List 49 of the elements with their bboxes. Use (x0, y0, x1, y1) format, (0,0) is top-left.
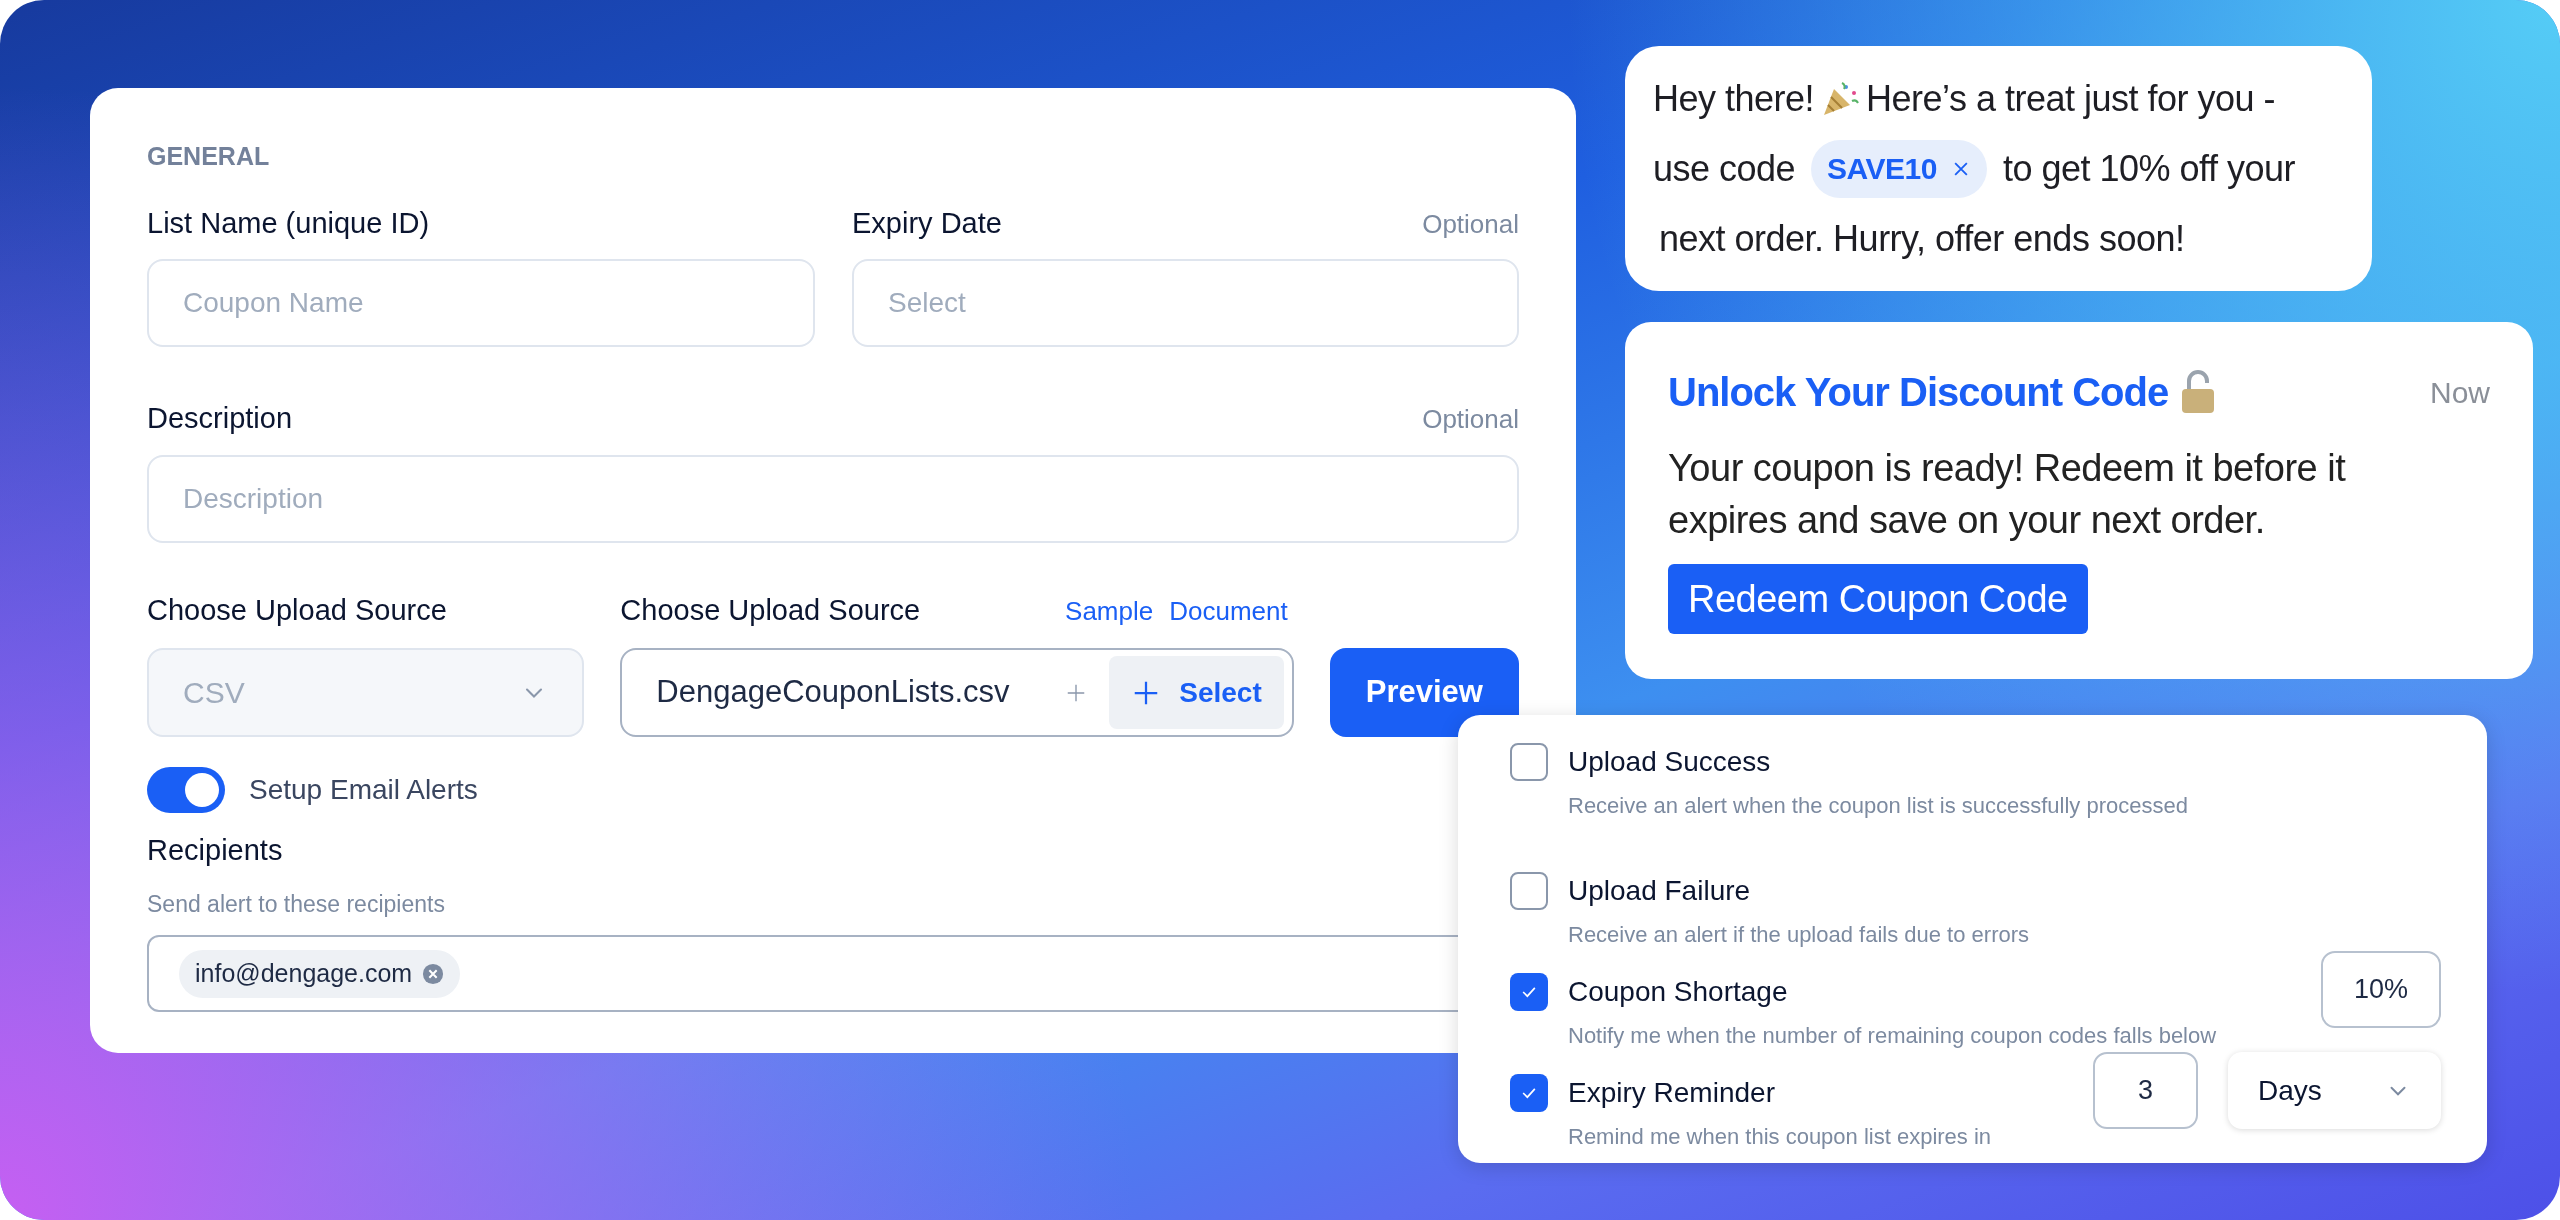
alert-title: Upload Failure (1568, 874, 1752, 908)
notification-title: Unlock Your Discount Code (1668, 369, 2169, 416)
alert-description: Receive an alert if the upload fails due to errors (1568, 921, 2031, 949)
alert-title: Expiry Reminder (1568, 1076, 1776, 1110)
field-label: Expiry Date (852, 205, 1002, 241)
coupon-name-field[interactable]: Coupon Name (147, 259, 815, 347)
field-label: Recipients (147, 833, 284, 868)
field-label: Choose Upload Source (620, 592, 921, 628)
file-field[interactable]: DengageCouponLists.csv Select (620, 648, 1294, 737)
greeting-text: Hey there! (1653, 76, 1815, 121)
alert-description: Receive an alert when the coupon list is successfully processed (1568, 792, 2189, 820)
select-file-button[interactable]: Select (1109, 656, 1284, 729)
optional-note: Optional (1422, 207, 1519, 241)
alert-title: Coupon Shortage (1568, 975, 1789, 1009)
sample-link[interactable]: Document (1169, 591, 1288, 631)
threshold-field[interactable]: 10% (2321, 951, 2441, 1028)
toggle-switch[interactable] (147, 767, 225, 813)
checkbox[interactable] (1510, 743, 1548, 781)
field-label: Choose Upload Source (147, 592, 448, 628)
padlock-icon (2180, 369, 2217, 415)
preview-button[interactable]: Preview (1329, 648, 1519, 737)
message-text: use code (1653, 146, 1796, 191)
alert-description: Remind me when this coupon list expires in (1568, 1123, 1993, 1151)
field-label: List Name (unique ID) (147, 205, 431, 241)
alert-description: Notify me when the number of remaining coupon codes falls below (1568, 1022, 2218, 1050)
field-label: Description (147, 401, 293, 436)
message-text: next order. Hurry, offer ends soon! (1658, 216, 2186, 261)
chip-text: info@dengage.com (195, 957, 413, 989)
optional-note: Optional (1422, 403, 1519, 436)
checkbox[interactable] (1510, 1074, 1548, 1112)
toggle-label: Setup Email Alerts (249, 773, 478, 807)
file-name: DengageCouponLists.csv (656, 673, 1011, 712)
redeem-button[interactable]: Redeem Coupon Code (1668, 564, 2088, 634)
expiry-date-field[interactable]: Select (852, 259, 1519, 347)
message-text: Here’s a treat just for you - (1866, 76, 2276, 121)
description-field[interactable]: Description (147, 454, 1519, 543)
checkbox[interactable] (1510, 973, 1548, 1011)
message-text: to get 10% off your (2002, 146, 2295, 191)
coupon-code: SAVE10 (1827, 151, 1937, 187)
alert-title: Upload Success (1568, 745, 1772, 779)
field-hint: Send alert to these recipients (147, 889, 446, 919)
section-heading: GENERAL (147, 141, 271, 172)
unit-select[interactable]: Days (2228, 1052, 2441, 1129)
remove-icon[interactable] (422, 962, 445, 985)
sample-link[interactable]: Sample (1065, 591, 1154, 631)
checkbox[interactable] (1510, 872, 1548, 910)
notification-time: Now (2430, 374, 2490, 411)
days-count-field[interactable]: 3 (2093, 1052, 2198, 1129)
notification-body: Your coupon is ready! Redeem it before it expires and save on your next order. (1668, 446, 2347, 543)
